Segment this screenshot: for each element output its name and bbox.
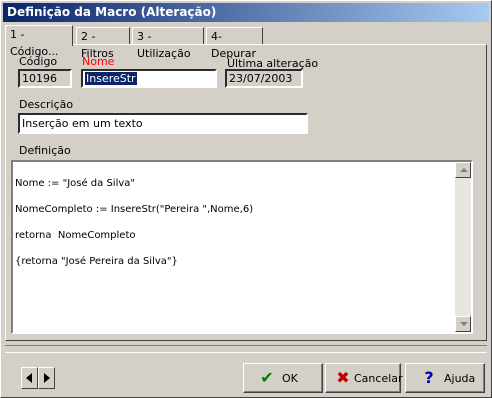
vertical-scrollbar[interactable] [455,162,471,332]
code-line: NomeCompleto := InsereStr("Pereira ",Nom… [15,204,254,215]
codigo-field: 10196 [18,69,72,88]
help-button[interactable]: ? Ajuda [405,363,485,393]
tab-codigo[interactable]: 1 - Código... [5,25,73,58]
scroll-down-button[interactable] [455,316,471,332]
scroll-up-button[interactable] [455,162,471,178]
tab-utilizacao[interactable]: 3 - Utilização [132,27,204,60]
ok-button[interactable]: ✔ OK [243,363,323,393]
close-icon: ✖ [336,368,350,387]
scroll-down-icon [460,322,468,326]
tab-filtros[interactable]: 2 - Filtros [76,27,130,60]
definition-code-editor[interactable]: Nome := "José da Silva" NomeCompleto := … [11,160,473,334]
status-divider [5,345,487,353]
button-bar: ✔ OK ✖ Cancelar ? Ajuda [1,355,491,397]
next-button[interactable] [38,367,55,389]
ultima-alteracao-field: 23/07/2003 [225,69,303,88]
previous-button[interactable] [21,367,38,389]
title-bar: Definição da Macro (Alteração) [3,3,489,22]
cancel-button[interactable]: ✖ Cancelar [325,363,403,393]
code-line: Nome := "José da Silva" [15,178,136,189]
arrow-left-icon [26,373,32,383]
macro-definition-window: Definição da Macro (Alteração) 1 - Códig… [0,0,492,398]
tab-depurar[interactable]: 4- Depurar [206,27,263,60]
arrow-right-icon [44,373,50,383]
nome-input[interactable]: InsereStr [81,69,217,88]
help-icon: ? [424,368,434,387]
descricao-input[interactable]: Inserção em um texto [18,113,308,134]
code-line: {retorna "José Pereira da Silva"} [15,256,178,267]
window-title: Definição da Macro (Alteração) [7,5,217,19]
code-line: retorna NomeCompleto [15,230,136,241]
code-lines: Nome := "José da Silva" NomeCompleto := … [15,162,453,332]
descricao-label: Descrição [19,98,74,111]
checkmark-icon: ✔ [260,368,274,387]
definicao-label: Definição [19,144,71,157]
nome-label: Nome [82,55,115,68]
scroll-up-icon [460,168,468,172]
